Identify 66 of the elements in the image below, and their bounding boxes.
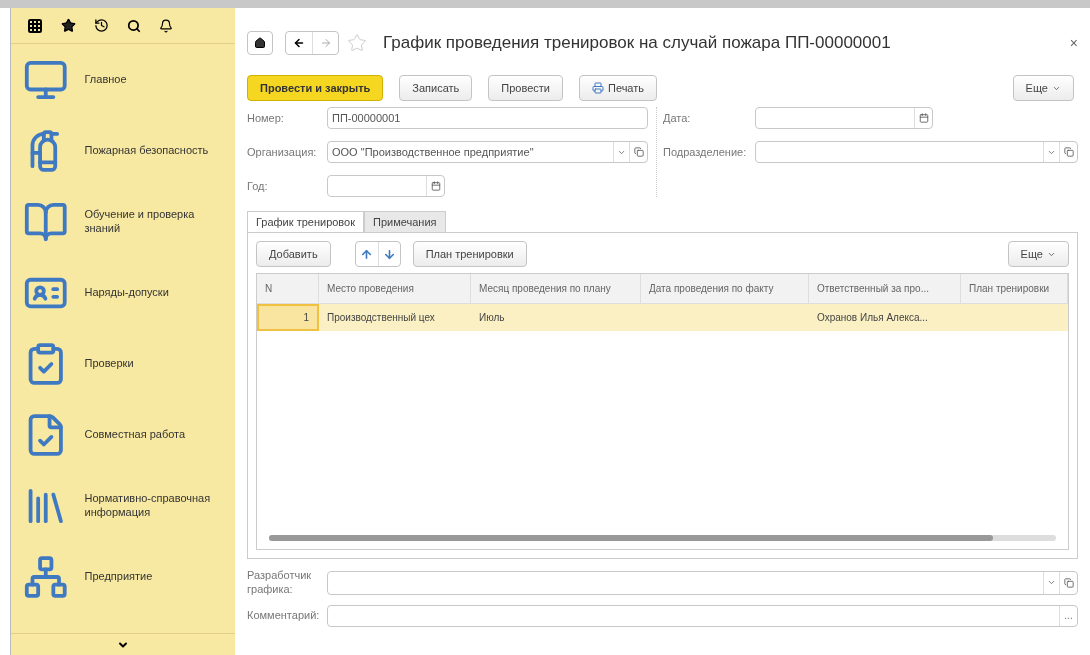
- organization-field[interactable]: ООО "Производственное предприятие": [327, 141, 648, 163]
- sidebar-item[interactable]: Нормативно-справочная информация: [84, 491, 223, 520]
- toolbar-button[interactable]: Записать: [399, 75, 473, 101]
- column-header[interactable]: N: [257, 274, 319, 303]
- sidebar-item[interactable]: Проверки: [84, 356, 223, 371]
- sidebar-item[interactable]: Пожарная безопасность: [84, 143, 223, 158]
- toolbar-button[interactable]: Провести: [488, 75, 563, 101]
- field-label: Номер:: [247, 110, 285, 126]
- calendar-icon: [918, 113, 929, 123]
- year-field[interactable]: [327, 175, 445, 197]
- home-icon: [254, 37, 266, 49]
- column-header[interactable]: Дата проведения по факту: [641, 274, 809, 303]
- back-icon: [293, 37, 305, 49]
- star-icon[interactable]: [61, 18, 76, 33]
- arrow-down-icon: [382, 247, 396, 261]
- table-cell: 1: [257, 304, 319, 331]
- column-header[interactable]: Ответственный за про...: [809, 274, 961, 303]
- open-button[interactable]: [1059, 142, 1077, 162]
- department-field[interactable]: [755, 141, 1078, 163]
- sidebar-item[interactable]: Предприятие: [84, 569, 223, 584]
- home-button[interactable]: [247, 31, 273, 55]
- date-field[interactable]: [755, 107, 933, 129]
- calendar-icon: [430, 181, 441, 191]
- plan-button[interactable]: План тренировки: [412, 241, 527, 267]
- close-button[interactable]: ×: [1069, 32, 1078, 54]
- developer-field[interactable]: [327, 570, 1078, 595]
- sidebar-item[interactable]: Наряды-допуски: [84, 285, 223, 300]
- table-cell-text: Производственный цех: [326, 311, 436, 325]
- post-and-close-button[interactable]: Провести и закрыть: [247, 75, 384, 101]
- sidebar-item[interactable]: Главное: [84, 72, 223, 87]
- select-button[interactable]: ...: [1059, 605, 1077, 626]
- column-header[interactable]: Место проведения: [319, 274, 471, 303]
- add-button[interactable]: Добавить: [256, 241, 331, 267]
- column-header[interactable]: План тренировки: [961, 274, 1068, 303]
- search-icon[interactable]: [127, 18, 141, 33]
- forward-icon: [319, 37, 332, 49]
- more-button[interactable]: Еще: [1012, 75, 1074, 101]
- field-label: Организация:: [247, 144, 318, 160]
- number-field[interactable]: ПП-00000001: [327, 107, 648, 129]
- comment-field[interactable]: ...: [327, 604, 1078, 627]
- window-title: График проведения тренировок на случай пожара ПП-00000001: [383, 32, 892, 55]
- org-chart-icon[interactable]: [23, 553, 69, 600]
- sidebar-item[interactable]: Совместная работа: [84, 427, 223, 442]
- field-label: Комментарий:: [247, 608, 321, 624]
- copy-icon: [1063, 577, 1074, 588]
- bell-icon[interactable]: [159, 18, 173, 33]
- column-header[interactable]: Месяц проведения по плану: [471, 274, 641, 303]
- apps-icon[interactable]: [27, 17, 43, 34]
- table-cell-text: Охранов Илья Алекса...: [816, 311, 929, 325]
- open-button[interactable]: [1059, 571, 1077, 594]
- field-label: Год:: [247, 178, 269, 194]
- history-icon[interactable]: [94, 18, 109, 33]
- tab[interactable]: График тренировок: [247, 211, 365, 233]
- open-button[interactable]: [629, 142, 647, 162]
- field-label: Подразделение:: [663, 144, 748, 160]
- table-cell-text: Июль: [478, 311, 506, 325]
- copy-icon: [633, 147, 644, 157]
- printer-icon: [592, 82, 604, 94]
- arrow-up-icon: [360, 247, 374, 261]
- copy-icon: [1063, 147, 1074, 157]
- field-label: Разработчик графика:: [247, 569, 313, 597]
- print-button[interactable]: Печать: [579, 75, 658, 101]
- more-button[interactable]: Еще: [1007, 241, 1069, 267]
- field-label: Дата:: [663, 110, 692, 126]
- tab[interactable]: Примечания: [364, 211, 446, 233]
- sidebar-item[interactable]: Обучение и проверка знаний: [84, 207, 223, 236]
